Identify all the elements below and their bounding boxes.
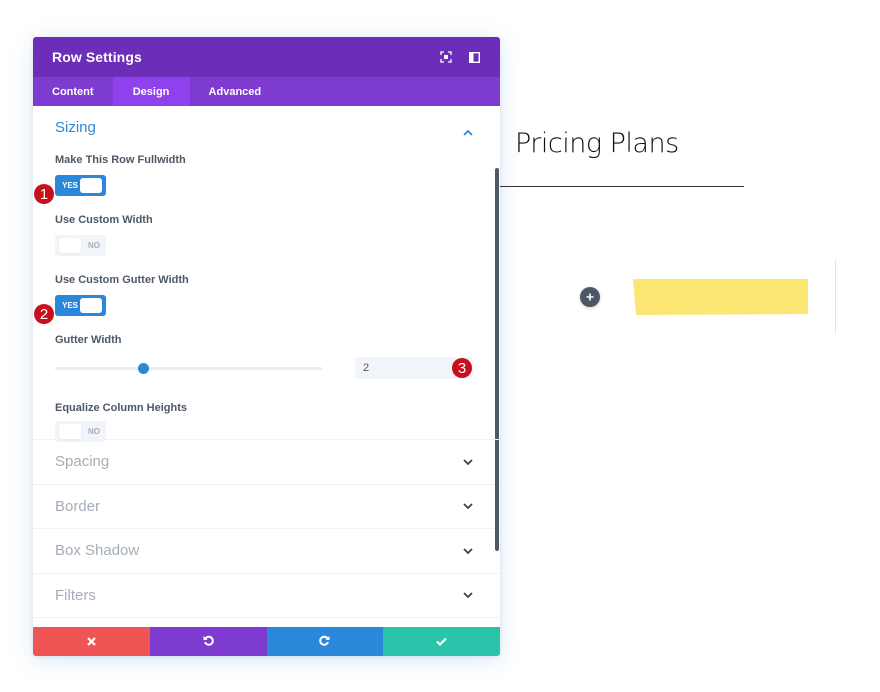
section-title-border: Border [55,497,101,515]
section-box-shadow[interactable]: Box Shadow [33,529,500,574]
fullwidth-toggle[interactable]: YES [55,175,106,196]
redo-button[interactable] [266,627,384,656]
step-badge-1: 1 [34,184,54,204]
tab-advanced[interactable]: Advanced [190,77,281,106]
custom-gutter-toggle[interactable]: YES [55,295,106,316]
fullwidth-label: Make This Row Fullwidth [55,154,186,166]
pricing-plans-heading: Pricing Plans [515,128,679,159]
section-filters[interactable]: Filters [33,574,500,618]
section-spacing[interactable]: Spacing [33,440,500,485]
column-divider-line [835,260,836,334]
undo-button[interactable] [149,627,267,656]
tab-bar: Content Design Advanced [33,77,500,106]
yellow-highlight-block [633,279,808,315]
cancel-button[interactable] [33,627,150,656]
row-settings-modal: Row Settings Content Design Advanced Siz… [33,37,500,656]
tab-design[interactable]: Design [112,77,190,106]
section-title-sizing[interactable]: Sizing [55,120,478,136]
chevron-down-icon [463,497,473,515]
gutter-width-slider-handle[interactable] [137,363,149,374]
tab-content[interactable]: Content [33,77,113,106]
modal-body: Sizing Make This Row Fullwidth 1 YES Use… [33,106,500,627]
step-badge-3: 3 [452,358,472,378]
gutter-width-slider-track[interactable] [55,367,322,370]
section-title-filters: Filters [55,586,96,604]
toggle-knob [59,238,81,253]
undo-icon [203,633,214,651]
custom-width-toggle[interactable]: NO [55,235,106,256]
section-title-box-shadow: Box Shadow [55,542,140,560]
close-icon [87,633,96,651]
modal-title: Row Settings [52,49,142,65]
section-sizing: Sizing Make This Row Fullwidth 1 YES Use… [33,106,500,442]
add-module-button[interactable] [580,287,600,307]
save-button[interactable] [383,627,500,656]
check-icon [436,633,447,651]
sidebar-layout-icon[interactable] [468,51,481,64]
gutter-width-label: Gutter Width [55,334,122,346]
section-title-spacing: Spacing [55,453,110,471]
equalize-label: Equalize Column Heights [55,402,188,414]
redo-icon [319,633,330,651]
step-badge-2: 2 [34,304,54,324]
equalize-toggle[interactable]: NO [55,421,106,442]
toggle-state: YES [62,181,79,190]
fullscreen-icon[interactable] [439,51,452,64]
chevron-down-icon [463,586,473,604]
modal-header: Row Settings [33,37,500,77]
section-border[interactable]: Border [33,485,500,529]
chevron-up-icon[interactable] [463,123,473,141]
heading-divider [500,186,744,187]
custom-width-label: Use Custom Width [55,214,153,226]
gutter-width-control: 3 [55,356,478,380]
modal-footer [33,627,500,656]
custom-gutter-label: Use Custom Gutter Width [55,274,189,286]
toggle-state: YES [62,301,79,310]
header-icons [439,51,481,64]
toggle-state: NO [88,241,100,250]
toggle-knob [59,424,81,439]
toggle-knob [80,298,102,313]
chevron-down-icon [463,453,473,471]
chevron-down-icon [463,542,473,560]
plus-icon [586,293,594,301]
toggle-state: NO [88,427,100,436]
toggle-knob [80,178,102,193]
